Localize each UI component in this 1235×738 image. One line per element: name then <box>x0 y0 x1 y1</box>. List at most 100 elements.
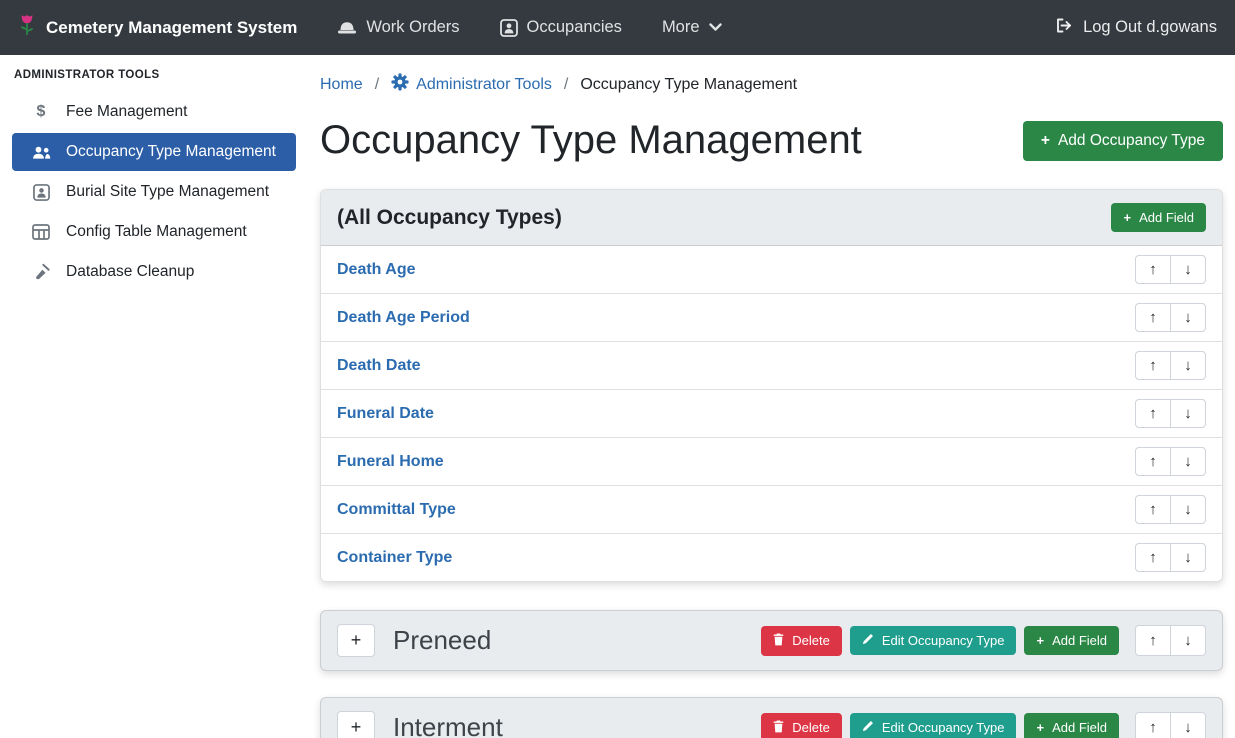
nav-item-label: More <box>662 18 700 37</box>
add-field-label: Add Field <box>1052 633 1107 648</box>
field-row: Death Date ↑ ↓ <box>321 341 1222 389</box>
add-field-label: Add Field <box>1139 210 1194 225</box>
plus-icon: + <box>1123 210 1131 225</box>
expand-button[interactable]: + <box>337 624 375 657</box>
dollar-icon: $ <box>30 103 52 121</box>
move-down-button[interactable]: ↓ <box>1170 447 1206 476</box>
sidebar-item-database-cleanup[interactable]: Database Cleanup <box>12 253 296 291</box>
breadcrumb-admin-tools[interactable]: Administrator Tools <box>391 73 552 96</box>
breadcrumb-separator: / <box>375 76 379 94</box>
move-up-button[interactable]: ↑ <box>1135 303 1171 332</box>
trash-icon <box>773 633 784 649</box>
sidebar-item-label: Database Cleanup <box>66 263 194 281</box>
field-row: Funeral Date ↑ ↓ <box>321 389 1222 437</box>
expand-button[interactable]: + <box>337 711 375 738</box>
move-up-button[interactable]: ↑ <box>1135 447 1171 476</box>
page-title: Occupancy Type Management <box>320 118 862 163</box>
trash-icon <box>773 720 784 736</box>
delete-label: Delete <box>792 720 830 735</box>
move-down-button[interactable]: ↓ <box>1170 495 1206 524</box>
broom-icon <box>30 263 52 281</box>
delete-button[interactable]: Delete <box>761 626 842 656</box>
move-up-button[interactable]: ↑ <box>1135 543 1171 572</box>
field-link[interactable]: Committal Type <box>337 501 456 519</box>
sidebar-item-burial-site-type-management[interactable]: Burial Site Type Management <box>12 173 296 211</box>
field-link[interactable]: Funeral Home <box>337 453 444 471</box>
main-content: Home / Administrator Tool <box>308 55 1235 738</box>
sidebar-item-occupancy-type-management[interactable]: Occupancy Type Management <box>12 133 296 171</box>
reorder-controls: ↑ ↓ <box>1135 712 1206 738</box>
all-occupancy-types-card: (All Occupancy Types) + Add Field Death … <box>320 189 1223 582</box>
occupancy-type-sections: + Preneed Delete Edit Occupancy Typ <box>320 610 1223 738</box>
field-link[interactable]: Death Age <box>337 261 416 279</box>
pencil-icon <box>862 720 874 735</box>
move-down-button[interactable]: ↓ <box>1170 625 1206 656</box>
move-up-button[interactable]: ↑ <box>1135 712 1171 738</box>
move-down-button[interactable]: ↓ <box>1170 712 1206 738</box>
edit-label: Edit Occupancy Type <box>882 720 1005 735</box>
field-link[interactable]: Container Type <box>337 549 452 567</box>
plus-icon: + <box>1041 132 1050 150</box>
sidebar-item-fee-management[interactable]: $ Fee Management <box>12 93 296 131</box>
field-row: Death Age ↑ ↓ <box>321 246 1222 293</box>
move-up-button[interactable]: ↑ <box>1135 625 1171 656</box>
page-header: Occupancy Type Management + Add Occupanc… <box>320 118 1223 163</box>
add-field-button[interactable]: + Add Field <box>1024 713 1119 738</box>
nav-item-label: Occupancies <box>527 18 622 37</box>
move-down-button[interactable]: ↓ <box>1170 255 1206 284</box>
field-link[interactable]: Death Date <box>337 357 421 375</box>
brand[interactable]: Cemetery Management System <box>18 12 297 43</box>
all-types-card-header: (All Occupancy Types) + Add Field <box>321 190 1222 246</box>
reorder-controls: ↑ ↓ <box>1135 447 1206 476</box>
edit-label: Edit Occupancy Type <box>882 633 1005 648</box>
reorder-controls: ↑ ↓ <box>1135 495 1206 524</box>
table-icon <box>30 224 52 240</box>
nav-item-more[interactable]: More <box>662 18 722 37</box>
nav-item-occupancies[interactable]: Occupancies <box>500 18 622 37</box>
logout-link[interactable]: Log Out d.gowans <box>1055 17 1217 39</box>
reorder-controls: ↑ ↓ <box>1135 255 1206 284</box>
reorder-controls: ↑ ↓ <box>1135 625 1206 656</box>
nav-item-label: Work Orders <box>366 18 459 37</box>
gear-icon <box>391 73 409 96</box>
move-up-button[interactable]: ↑ <box>1135 495 1171 524</box>
sidebar-item-label: Occupancy Type Management <box>66 143 276 161</box>
delete-label: Delete <box>792 633 830 648</box>
portrait-icon <box>500 19 518 37</box>
nav-links: Work Orders Occupancies More <box>337 18 721 37</box>
field-link[interactable]: Death Age Period <box>337 309 470 327</box>
brand-title: Cemetery Management System <box>46 18 297 38</box>
hard-hat-icon <box>337 19 357 36</box>
sidebar: Administrator Tools $ Fee Management Occ… <box>0 55 308 738</box>
move-up-button[interactable]: ↑ <box>1135 351 1171 380</box>
field-link[interactable]: Funeral Date <box>337 405 434 423</box>
move-down-button[interactable]: ↓ <box>1170 351 1206 380</box>
edit-occupancy-type-button[interactable]: Edit Occupancy Type <box>850 626 1017 655</box>
field-row: Container Type ↑ ↓ <box>321 533 1222 581</box>
move-down-button[interactable]: ↓ <box>1170 543 1206 572</box>
nav-item-work-orders[interactable]: Work Orders <box>337 18 459 37</box>
delete-button[interactable]: Delete <box>761 713 842 738</box>
plus-icon: + <box>1036 720 1044 735</box>
move-up-button[interactable]: ↑ <box>1135 255 1171 284</box>
move-up-button[interactable]: ↑ <box>1135 399 1171 428</box>
move-down-button[interactable]: ↓ <box>1170 303 1206 332</box>
field-list: Death Age ↑ ↓ Death Age Period ↑ ↓ Death… <box>321 246 1222 581</box>
sidebar-item-config-table-management[interactable]: Config Table Management <box>12 213 296 251</box>
move-down-button[interactable]: ↓ <box>1170 399 1206 428</box>
all-types-title: (All Occupancy Types) <box>337 206 562 230</box>
breadcrumb-home[interactable]: Home <box>320 76 363 94</box>
section-title: Preneed <box>393 625 491 656</box>
add-occupancy-type-button[interactable]: + Add Occupancy Type <box>1023 121 1223 161</box>
breadcrumb-admin-tools-label: Administrator Tools <box>416 76 552 94</box>
reorder-controls: ↑ ↓ <box>1135 351 1206 380</box>
breadcrumb-current: Occupancy Type Management <box>580 76 797 94</box>
add-field-button[interactable]: + Add Field <box>1024 626 1119 655</box>
breadcrumb-separator: / <box>564 76 568 94</box>
reorder-controls: ↑ ↓ <box>1135 543 1206 572</box>
breadcrumb: Home / Administrator Tool <box>320 63 1223 116</box>
add-field-button[interactable]: + Add Field <box>1111 203 1206 232</box>
add-field-label: Add Field <box>1052 720 1107 735</box>
reorder-controls: ↑ ↓ <box>1135 399 1206 428</box>
edit-occupancy-type-button[interactable]: Edit Occupancy Type <box>850 713 1017 738</box>
